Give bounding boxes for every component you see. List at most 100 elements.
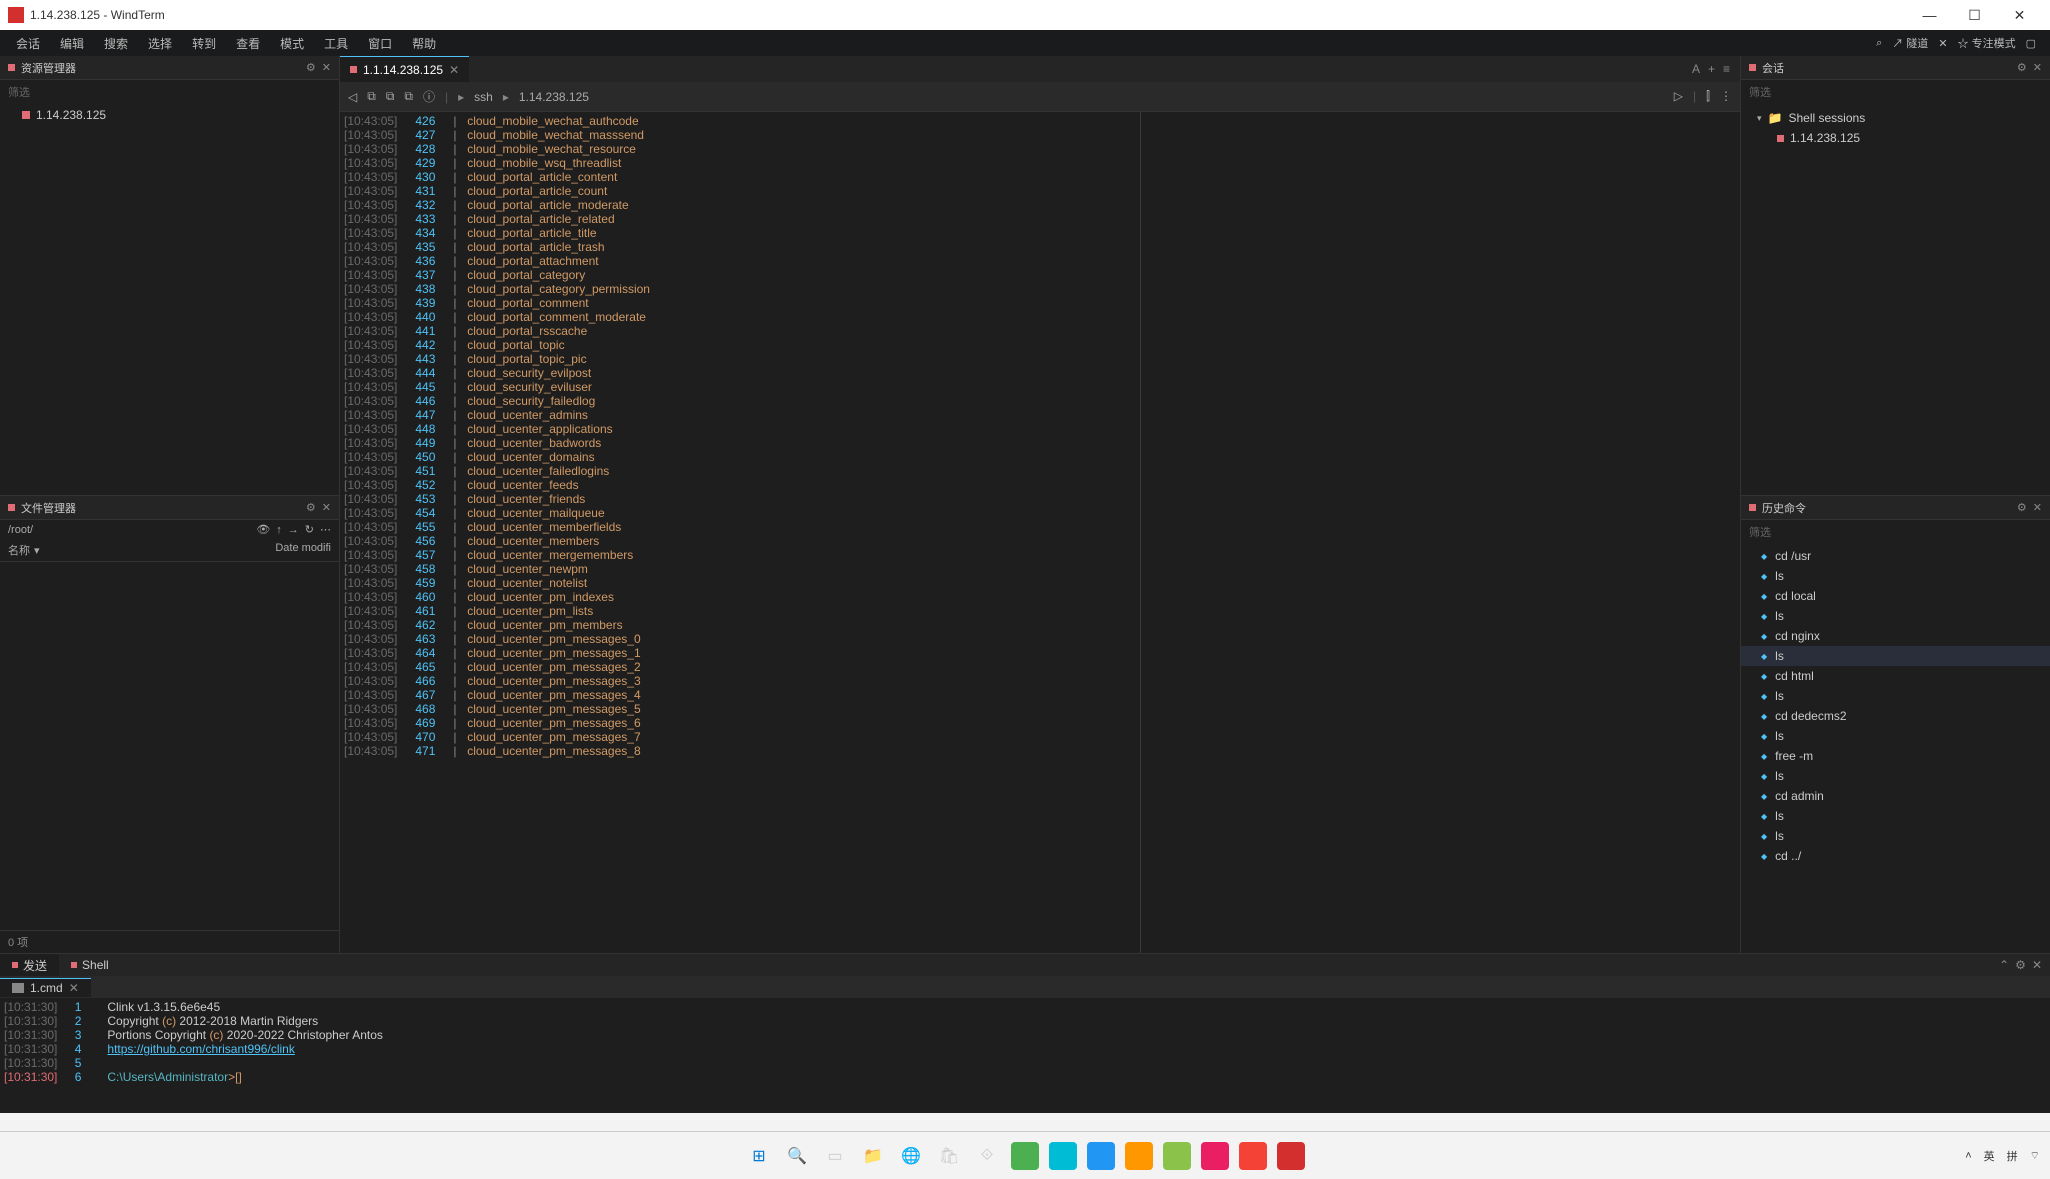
ime-indicator[interactable]: 拼 <box>2007 1148 2018 1164</box>
history-item[interactable]: ◆ls <box>1741 726 2050 746</box>
col-date[interactable]: Date modifi <box>275 542 331 558</box>
search-icon[interactable]: 🔍 <box>783 1142 811 1170</box>
history-item[interactable]: ◆cd html <box>1741 666 2050 686</box>
layout-icon[interactable]: ▢ <box>2026 37 2036 50</box>
menu-转到[interactable]: 转到 <box>182 32 226 55</box>
nav-back-icon[interactable]: ◁ <box>348 90 357 104</box>
info-icon[interactable]: ⓘ <box>423 88 435 105</box>
history-item[interactable]: ◆ls <box>1741 766 2050 786</box>
menu-工具[interactable]: 工具 <box>314 32 358 55</box>
paste-icon[interactable]: ⧉ <box>386 89 395 104</box>
history-item[interactable]: ◆ls <box>1741 606 2050 626</box>
col-name[interactable]: 名称▾ <box>8 542 275 558</box>
terminal-tab[interactable]: 1.1.14.238.125 ✕ <box>340 56 469 82</box>
x-icon[interactable]: ✕ <box>1938 37 1947 50</box>
history-item[interactable]: ◆ls <box>1741 826 2050 846</box>
history-item[interactable]: ◆ls <box>1741 646 2050 666</box>
session-folder[interactable]: ▾ 📁 Shell sessions <box>1741 108 2050 128</box>
gear-icon[interactable]: ⚙ <box>2017 61 2027 74</box>
collapse-icon[interactable]: ⌃ <box>1999 958 2009 972</box>
split-icon[interactable]: ⫿ <box>1706 89 1710 104</box>
menu-搜索[interactable]: 搜索 <box>94 32 138 55</box>
app-icon[interactable] <box>1163 1142 1191 1170</box>
eye-icon[interactable]: 👁 <box>256 523 270 536</box>
history-filter[interactable]: 筛选 <box>1741 520 2050 544</box>
session-filter[interactable]: 筛选 <box>1741 80 2050 104</box>
start-icon[interactable]: ⊞ <box>745 1142 773 1170</box>
focus-mode-button[interactable]: ☆ 专注模式 <box>1958 35 2016 51</box>
search-icon[interactable]: ⌕ <box>1876 37 1882 50</box>
app-icon[interactable] <box>1201 1142 1229 1170</box>
tray-chevron-icon[interactable]: ˄ <box>1965 1150 1971 1162</box>
tunnel-button[interactable]: ↗ 隧道 <box>1892 35 1928 51</box>
app-icon[interactable] <box>1011 1142 1039 1170</box>
terminal-output[interactable]: [10:43:05]426 | cloud_mobile_wechat_auth… <box>340 112 1740 953</box>
edge-icon[interactable]: 🌐 <box>897 1142 925 1170</box>
menu-会话[interactable]: 会话 <box>6 32 50 55</box>
menu-编辑[interactable]: 编辑 <box>50 32 94 55</box>
file-path[interactable]: /root/ <box>8 524 250 536</box>
history-item[interactable]: ◆ls <box>1741 686 2050 706</box>
history-item[interactable]: ◆cd nginx <box>1741 626 2050 646</box>
session-item[interactable]: 1.14.238.125 <box>1741 128 2050 148</box>
menu-帮助[interactable]: 帮助 <box>402 32 446 55</box>
close-icon[interactable]: ✕ <box>322 501 331 514</box>
history-item[interactable]: ◆cd dedecms2 <box>1741 706 2050 726</box>
close-button[interactable]: ✕ <box>1997 0 2042 30</box>
minimize-button[interactable]: — <box>1907 0 1952 30</box>
explorer-host-item[interactable]: 1.14.238.125 <box>0 104 339 126</box>
history-item[interactable]: ◆cd /usr <box>1741 546 2050 566</box>
app-icon[interactable] <box>1049 1142 1077 1170</box>
taskview-icon[interactable]: ▭ <box>821 1142 849 1170</box>
sub-tab-cmd[interactable]: 1.cmd ✕ <box>0 978 91 997</box>
nav-forward-icon[interactable]: ▷ <box>1674 89 1683 104</box>
more-icon[interactable]: ⋮ <box>1720 89 1732 104</box>
copy-icon[interactable]: ⧉ <box>367 89 376 104</box>
app-icon[interactable] <box>1239 1142 1267 1170</box>
history-item[interactable]: ◆cd ../ <box>1741 846 2050 866</box>
dup-icon[interactable]: ⧉ <box>404 89 413 104</box>
more-icon[interactable]: ⋯ <box>320 523 331 536</box>
wifi-icon[interactable]: ⌔ <box>2030 1149 2040 1163</box>
gear-icon[interactable]: ⚙ <box>2017 501 2027 514</box>
vs-icon[interactable]: ⟐ <box>973 1142 1001 1170</box>
windterm-icon[interactable] <box>1277 1142 1305 1170</box>
tab-menu-icon[interactable]: ≡ <box>1723 62 1730 76</box>
maximize-button[interactable]: ☐ <box>1952 0 1997 30</box>
font-icon[interactable]: A <box>1692 62 1700 76</box>
forward-icon[interactable]: → <box>288 524 299 536</box>
up-icon[interactable]: ↑ <box>276 524 282 536</box>
app-icon[interactable] <box>1087 1142 1115 1170</box>
crumb-ssh[interactable]: ssh <box>474 90 493 104</box>
close-icon[interactable]: ✕ <box>2033 501 2042 514</box>
history-item[interactable]: ◆free -m <box>1741 746 2050 766</box>
explorer-filter[interactable]: 筛选 <box>0 80 339 104</box>
explorer-icon[interactable]: 📁 <box>859 1142 887 1170</box>
close-icon[interactable]: ✕ <box>2032 958 2042 972</box>
history-item[interactable]: ◆ls <box>1741 806 2050 826</box>
history-item[interactable]: ◆cd local <box>1741 586 2050 606</box>
gear-icon[interactable]: ⚙ <box>306 61 316 74</box>
menu-选择[interactable]: 选择 <box>138 32 182 55</box>
close-icon[interactable]: ✕ <box>322 61 331 74</box>
history-item[interactable]: ◆ls <box>1741 566 2050 586</box>
history-item[interactable]: ◆cd admin <box>1741 786 2050 806</box>
refresh-icon[interactable]: ↻ <box>305 523 314 536</box>
close-icon[interactable]: ✕ <box>2033 61 2042 74</box>
store-icon[interactable]: 🛍 <box>935 1142 963 1170</box>
bullet-icon: ◆ <box>1761 772 1767 781</box>
tab-shell[interactable]: Shell <box>59 955 121 975</box>
add-tab-icon[interactable]: + <box>1708 62 1715 76</box>
tab-close-icon[interactable]: ✕ <box>449 63 459 77</box>
crumb-host[interactable]: 1.14.238.125 <box>519 90 589 104</box>
sub-tab-close-icon[interactable]: ✕ <box>69 981 79 995</box>
bottom-terminal[interactable]: [10:31:30]1Clink v1.3.15.6e6e45[10:31:30… <box>0 998 2050 1113</box>
tab-send[interactable]: 发送 <box>0 954 59 977</box>
menu-查看[interactable]: 查看 <box>226 32 270 55</box>
ime-indicator[interactable]: 英 <box>1984 1148 1995 1164</box>
menu-窗口[interactable]: 窗口 <box>358 32 402 55</box>
gear-icon[interactable]: ⚙ <box>2015 958 2026 972</box>
menu-模式[interactable]: 模式 <box>270 32 314 55</box>
app-icon[interactable] <box>1125 1142 1153 1170</box>
gear-icon[interactable]: ⚙ <box>306 501 316 514</box>
